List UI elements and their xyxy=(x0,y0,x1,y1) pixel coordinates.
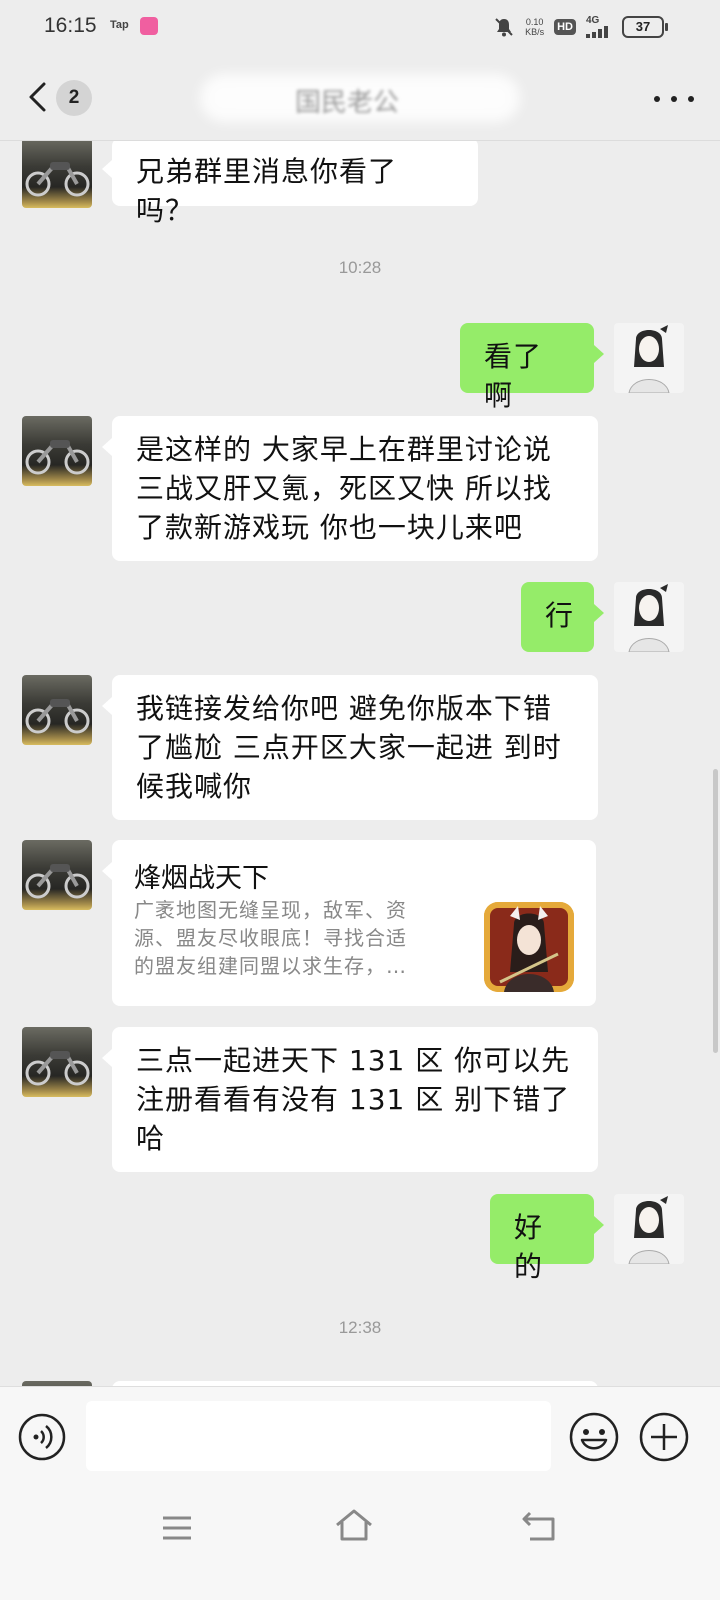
game-character-icon xyxy=(484,902,574,992)
message-bubble-self[interactable]: 好的 xyxy=(490,1194,604,1283)
contact-avatar[interactable] xyxy=(22,1027,92,1097)
message-input[interactable] xyxy=(86,1401,551,1471)
message-line: 我链接发给你吧 避免你版本下错 xyxy=(136,692,552,725)
chat-title-area[interactable]: 国民老公 xyxy=(200,68,520,128)
tap-app-icon: Tap xyxy=(110,19,129,31)
status-bar: 16:15 Tap 0.10 KB/s HD 4G 37 xyxy=(0,0,720,54)
card-title: 烽烟战天下 xyxy=(134,863,269,894)
message-line: 候我喊你 xyxy=(136,770,253,803)
message-line: 了款新游戏玩 你也一块儿来吧 xyxy=(136,511,523,544)
message-line: 是这样的 大家早上在群里讨论说 xyxy=(136,433,552,466)
scrollbar[interactable] xyxy=(713,769,718,1053)
motorcycle-icon xyxy=(25,864,90,899)
my-avatar[interactable] xyxy=(614,582,684,652)
input-bar xyxy=(0,1386,720,1487)
portrait-icon xyxy=(628,584,670,652)
message-line: 哈 xyxy=(136,1122,166,1155)
message-bubble[interactable]: 我链接发给你吧 避免你版本下错 了尴尬 三点开区大家一起进 到时 候我喊你 xyxy=(102,675,598,820)
card-desc-line: 源、盟友尽收眼底！寻找合适 xyxy=(134,926,407,950)
link-card[interactable]: 烽烟战天下 广袤地图无缝呈现，敌军、资 源、盟友尽收眼底！寻找合适 的盟友组建同… xyxy=(102,840,596,1006)
contact-avatar[interactable] xyxy=(22,416,92,486)
timestamp: 10:28 xyxy=(338,258,382,277)
signal-icon: 4G xyxy=(586,16,612,38)
unread-badge: 2 xyxy=(56,80,92,116)
message-bubble-self[interactable]: 行 xyxy=(521,582,604,652)
net-speed: 0.10 KB/s xyxy=(525,17,544,37)
status-time: 16:15 xyxy=(44,14,97,37)
my-avatar[interactable] xyxy=(614,1194,684,1264)
net-speed-value: 0.10 xyxy=(525,17,544,27)
voice-icon[interactable] xyxy=(18,1413,66,1461)
card-desc-line: 的盟友组建同盟以求生存，… xyxy=(134,954,407,978)
message-line: 三点一起进天下 131 区 你可以先 xyxy=(136,1044,571,1077)
app-notification-icon xyxy=(140,17,158,35)
contact-avatar[interactable] xyxy=(22,840,92,910)
message-text: 行 xyxy=(545,599,575,632)
motorcycle-icon xyxy=(25,699,90,734)
mute-icon xyxy=(495,18,513,37)
game-thumbnail xyxy=(484,902,574,992)
message-line: 了尴尬 三点开区大家一起进 到时 xyxy=(136,731,562,764)
my-avatar[interactable] xyxy=(614,323,684,393)
portrait-icon xyxy=(628,325,670,393)
battery-level: 37 xyxy=(635,19,651,34)
battery-icon: 37 xyxy=(622,16,668,38)
contact-avatar[interactable] xyxy=(22,141,92,208)
home-icon[interactable] xyxy=(334,1507,374,1543)
message-bubble[interactable]: 是这样的 大家早上在群里讨论说 三战又肝又氪，死区又快 所以找 了款新游戏玩 你… xyxy=(102,416,598,561)
message-text: 好的 xyxy=(514,1211,544,1283)
message-list[interactable]: 兄弟群里消息你看了吗？ 10:28 看了啊 是这样的 大家早上在群里讨论说 三战… xyxy=(0,141,720,1413)
message-text: 兄弟群里消息你看了吗？ xyxy=(136,155,398,227)
system-nav-bar xyxy=(0,1487,720,1600)
network-type: 4G xyxy=(586,15,600,26)
menu-icon[interactable] xyxy=(160,1513,194,1543)
message-bubble-self[interactable]: 看了啊 xyxy=(460,323,604,412)
chevron-left-icon[interactable] xyxy=(24,80,54,114)
more-dots-icon[interactable] xyxy=(654,94,694,104)
net-speed-unit: KB/s xyxy=(525,27,545,37)
motorcycle-icon xyxy=(25,162,90,197)
back-icon[interactable] xyxy=(520,1509,560,1543)
card-desc-line: 广袤地图无缝呈现，敌军、资 xyxy=(134,898,407,922)
status-indicators: 0.10 KB/s HD 4G 37 xyxy=(493,14,668,40)
chat-header: 2 国民老公 xyxy=(0,54,720,141)
message-line: 注册看看有没有 131 区 别下错了 xyxy=(136,1083,571,1116)
motorcycle-icon xyxy=(25,440,90,475)
motorcycle-icon xyxy=(25,1051,90,1086)
message-bubble[interactable]: 三点一起进天下 131 区 你可以先 注册看看有没有 131 区 别下错了 哈 xyxy=(102,1027,598,1172)
contact-avatar[interactable] xyxy=(22,675,92,745)
hd-badge: HD xyxy=(554,19,576,35)
message-line: 三战又肝又氪，死区又快 所以找 xyxy=(136,472,552,505)
message-text: 看了啊 xyxy=(484,340,543,412)
plus-icon[interactable] xyxy=(638,1411,690,1463)
chat-title: 国民老公 xyxy=(295,88,400,118)
emoji-icon[interactable] xyxy=(568,1411,620,1463)
card-description: 广袤地图无缝呈现，敌军、资 源、盟友尽收眼底！寻找合适 的盟友组建同盟以求生存，… xyxy=(134,896,454,980)
message-bubble[interactable]: 兄弟群里消息你看了吗？ xyxy=(102,141,478,227)
portrait-icon xyxy=(628,1196,670,1264)
timestamp: 12:38 xyxy=(338,1318,382,1337)
